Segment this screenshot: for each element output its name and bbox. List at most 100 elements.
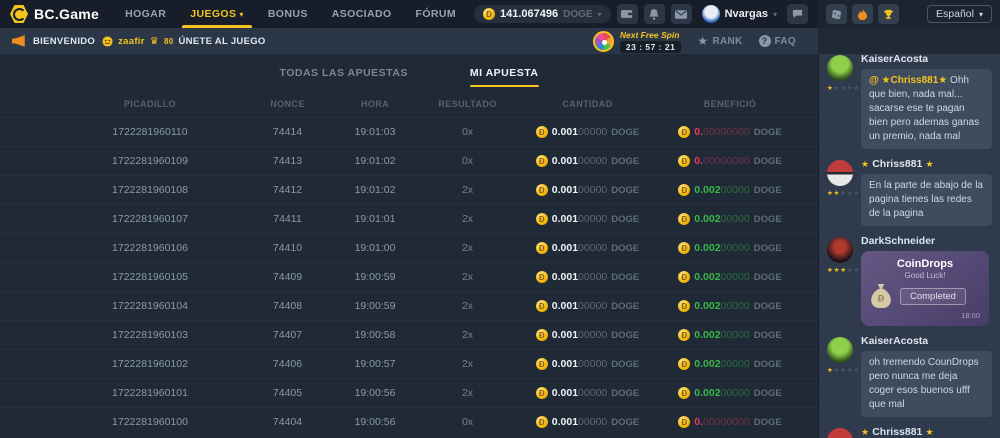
avatar[interactable]	[827, 237, 853, 263]
bet-time: 19:01:02	[330, 184, 420, 196]
table-row[interactable]: 1722281960102 74406 19:00:57 2x Ð 0.0010…	[0, 349, 818, 378]
profit-value: 0.00200000	[694, 242, 749, 254]
chat-username[interactable]: KaiserAcosta	[861, 54, 992, 65]
chat-bubble: @ ★Chriss881★ Ohh que bien, nada mal... …	[861, 69, 992, 149]
col-nonce: NONCE	[245, 99, 330, 109]
balance-currency: DOGE	[563, 9, 592, 20]
star-icon: ★	[697, 34, 708, 48]
user-menu[interactable]: Nvargas ▾	[702, 5, 777, 23]
profit-value: 0.00200000	[694, 271, 749, 283]
chat-bubble: En la parte de abajo de la pagina tienes…	[861, 174, 992, 226]
bet-nonce: 74413	[245, 155, 330, 167]
table-row[interactable]: 1722281960103 74407 19:00:58 2x Ð 0.0010…	[0, 320, 818, 349]
chevron-down-icon: ▾	[239, 10, 243, 19]
table-row[interactable]: 1722281960100 74404 19:00:56 0x Ð 0.0010…	[0, 407, 818, 436]
tab-all-bets[interactable]: TODAS LAS APUESTAS	[280, 67, 408, 87]
chat-username[interactable]: KaiserAcosta	[861, 335, 992, 347]
chat-username[interactable]: ★ Chriss881 ★	[861, 158, 992, 170]
bet-result: 2x	[420, 329, 515, 341]
coin-rain-button[interactable]	[826, 4, 847, 24]
table-row[interactable]: 1722281960109 74413 19:01:02 0x Ð 0.0010…	[0, 146, 818, 175]
bet-hash: 1722281960104	[55, 300, 245, 312]
bet-profit: Ð 0.00200000 DOGE	[660, 213, 800, 225]
nav-item-bonus[interactable]: BONUS	[268, 0, 308, 28]
chat-message: ★★★★★ ★ Chriss881 ★ @KaiserAcosta Royal …	[827, 426, 992, 438]
currency-label: DOGE	[611, 243, 639, 254]
bet-result: 2x	[420, 358, 515, 370]
smiley-icon	[102, 36, 113, 47]
bet-amount: Ð 0.00100000 DOGE	[515, 271, 660, 283]
currency-label: DOGE	[754, 330, 782, 341]
nav-item-juegos[interactable]: JUEGOS▾	[190, 0, 244, 28]
bell-icon	[649, 9, 659, 20]
nav-item-forum[interactable]: FÓRUM	[416, 0, 457, 28]
table-row[interactable]: 1722281960106 74410 19:01:00 2x Ð 0.0010…	[0, 233, 818, 262]
wallet-button[interactable]	[617, 4, 638, 24]
rank-link[interactable]: ★ RANK	[697, 34, 742, 48]
welcome-message: BIENVENIDO zaafir ♛ 80 ÚNETE AL JUEGO	[33, 36, 266, 47]
profit-value: 0.00000000	[694, 416, 749, 428]
bet-nonce: 74411	[245, 213, 330, 225]
bcgame-logo[interactable]: BC.Game	[10, 5, 99, 23]
bet-profit: Ð 0.00200000 DOGE	[660, 387, 800, 399]
table-row[interactable]: 1722281960107 74411 19:01:01 2x Ð 0.0010…	[0, 204, 818, 233]
bet-profit: Ð 0.00200000 DOGE	[660, 271, 800, 283]
welcome-banner: BIENVENIDO zaafir ♛ 80 ÚNETE AL JUEGO Ne…	[0, 28, 818, 54]
nav-item-hogar[interactable]: HOGAR	[125, 0, 166, 28]
envelope-icon	[675, 10, 687, 19]
doge-coin-icon: Ð	[536, 271, 548, 283]
bet-time: 19:00:59	[330, 271, 420, 283]
table-row[interactable]: 1722281960101 74405 19:00:56 2x Ð 0.0010…	[0, 378, 818, 407]
main-nav: HOGAR JUEGOS▾ BONUS ASOCIADO FÓRUM	[125, 0, 456, 28]
bets-table: PICADILLO NONCE HORA RESULTADO CANTIDAD …	[0, 91, 818, 436]
faq-label: FAQ	[775, 36, 796, 47]
bet-result: 0x	[420, 416, 515, 428]
language-label: Español	[936, 8, 974, 20]
bet-amount: Ð 0.00100000 DOGE	[515, 387, 660, 399]
currency-label: DOGE	[754, 417, 782, 428]
chat-username[interactable]: ★ Chriss881 ★	[861, 426, 992, 438]
leaderboard-button[interactable]	[878, 4, 899, 24]
profit-value: 0.00000000	[694, 126, 749, 138]
bet-time: 19:01:01	[330, 213, 420, 225]
table-row[interactable]: 1722281960110 74414 19:01:03 0x Ð 0.0010…	[0, 117, 818, 146]
language-selector[interactable]: Español ▾	[927, 5, 992, 23]
table-row[interactable]: 1722281960104 74408 19:00:59 2x Ð 0.0010…	[0, 291, 818, 320]
chat-toggle-button[interactable]	[787, 4, 808, 24]
faq-link[interactable]: ? FAQ	[759, 35, 796, 47]
doge-coin-icon: Ð	[536, 329, 548, 341]
bet-nonce: 74409	[245, 271, 330, 283]
table-row[interactable]: 1722281960105 74409 19:00:59 2x Ð 0.0010…	[0, 262, 818, 291]
crown-icon: ♛	[150, 36, 159, 47]
avatar[interactable]	[827, 337, 853, 363]
bet-amount: Ð 0.00100000 DOGE	[515, 126, 660, 138]
avatar[interactable]	[827, 160, 853, 186]
table-row[interactable]: 1722281960108 74412 19:01:02 2x Ð 0.0010…	[0, 175, 818, 204]
bet-nonce: 74408	[245, 300, 330, 312]
avatar[interactable]	[827, 55, 853, 81]
nav-item-asociado[interactable]: ASOCIADO	[332, 0, 392, 28]
hot-games-button[interactable]	[852, 4, 873, 24]
free-spin-widget[interactable]: Next Free Spin 23 : 57 : 21	[593, 30, 681, 53]
notifications-button[interactable]	[644, 4, 665, 24]
bet-time: 19:01:00	[330, 242, 420, 254]
tab-my-bets[interactable]: MI APUESTA	[470, 67, 539, 87]
bet-profit: Ð 0.00000000 DOGE	[660, 155, 800, 167]
trophy-icon	[883, 9, 894, 20]
chat-username[interactable]: DarkSchneider	[861, 235, 992, 247]
avatar[interactable]	[827, 428, 853, 438]
inbox-button[interactable]	[671, 4, 692, 24]
balance-selector[interactable]: Ð 141.067496 DOGE ▾	[474, 5, 611, 23]
chat-bubble-icon	[792, 9, 803, 19]
currency-label: DOGE	[754, 185, 782, 196]
coindrops-completed-button[interactable]: Completed	[900, 288, 966, 305]
welcomed-username[interactable]: zaafir	[118, 36, 145, 47]
chat-message: ★★★★★ DarkSchneider CoinDrops Good Luck!…	[827, 235, 992, 326]
currency-label: DOGE	[754, 243, 782, 254]
currency-label: DOGE	[611, 214, 639, 225]
user-mention[interactable]: @ ★Chriss881★	[869, 75, 950, 86]
bets-table-header: PICADILLO NONCE HORA RESULTADO CANTIDAD …	[0, 91, 818, 117]
doge-coin-icon: Ð	[536, 184, 548, 196]
bet-hash: 1722281960110	[55, 126, 245, 138]
chevron-down-icon: ▾	[979, 10, 983, 19]
